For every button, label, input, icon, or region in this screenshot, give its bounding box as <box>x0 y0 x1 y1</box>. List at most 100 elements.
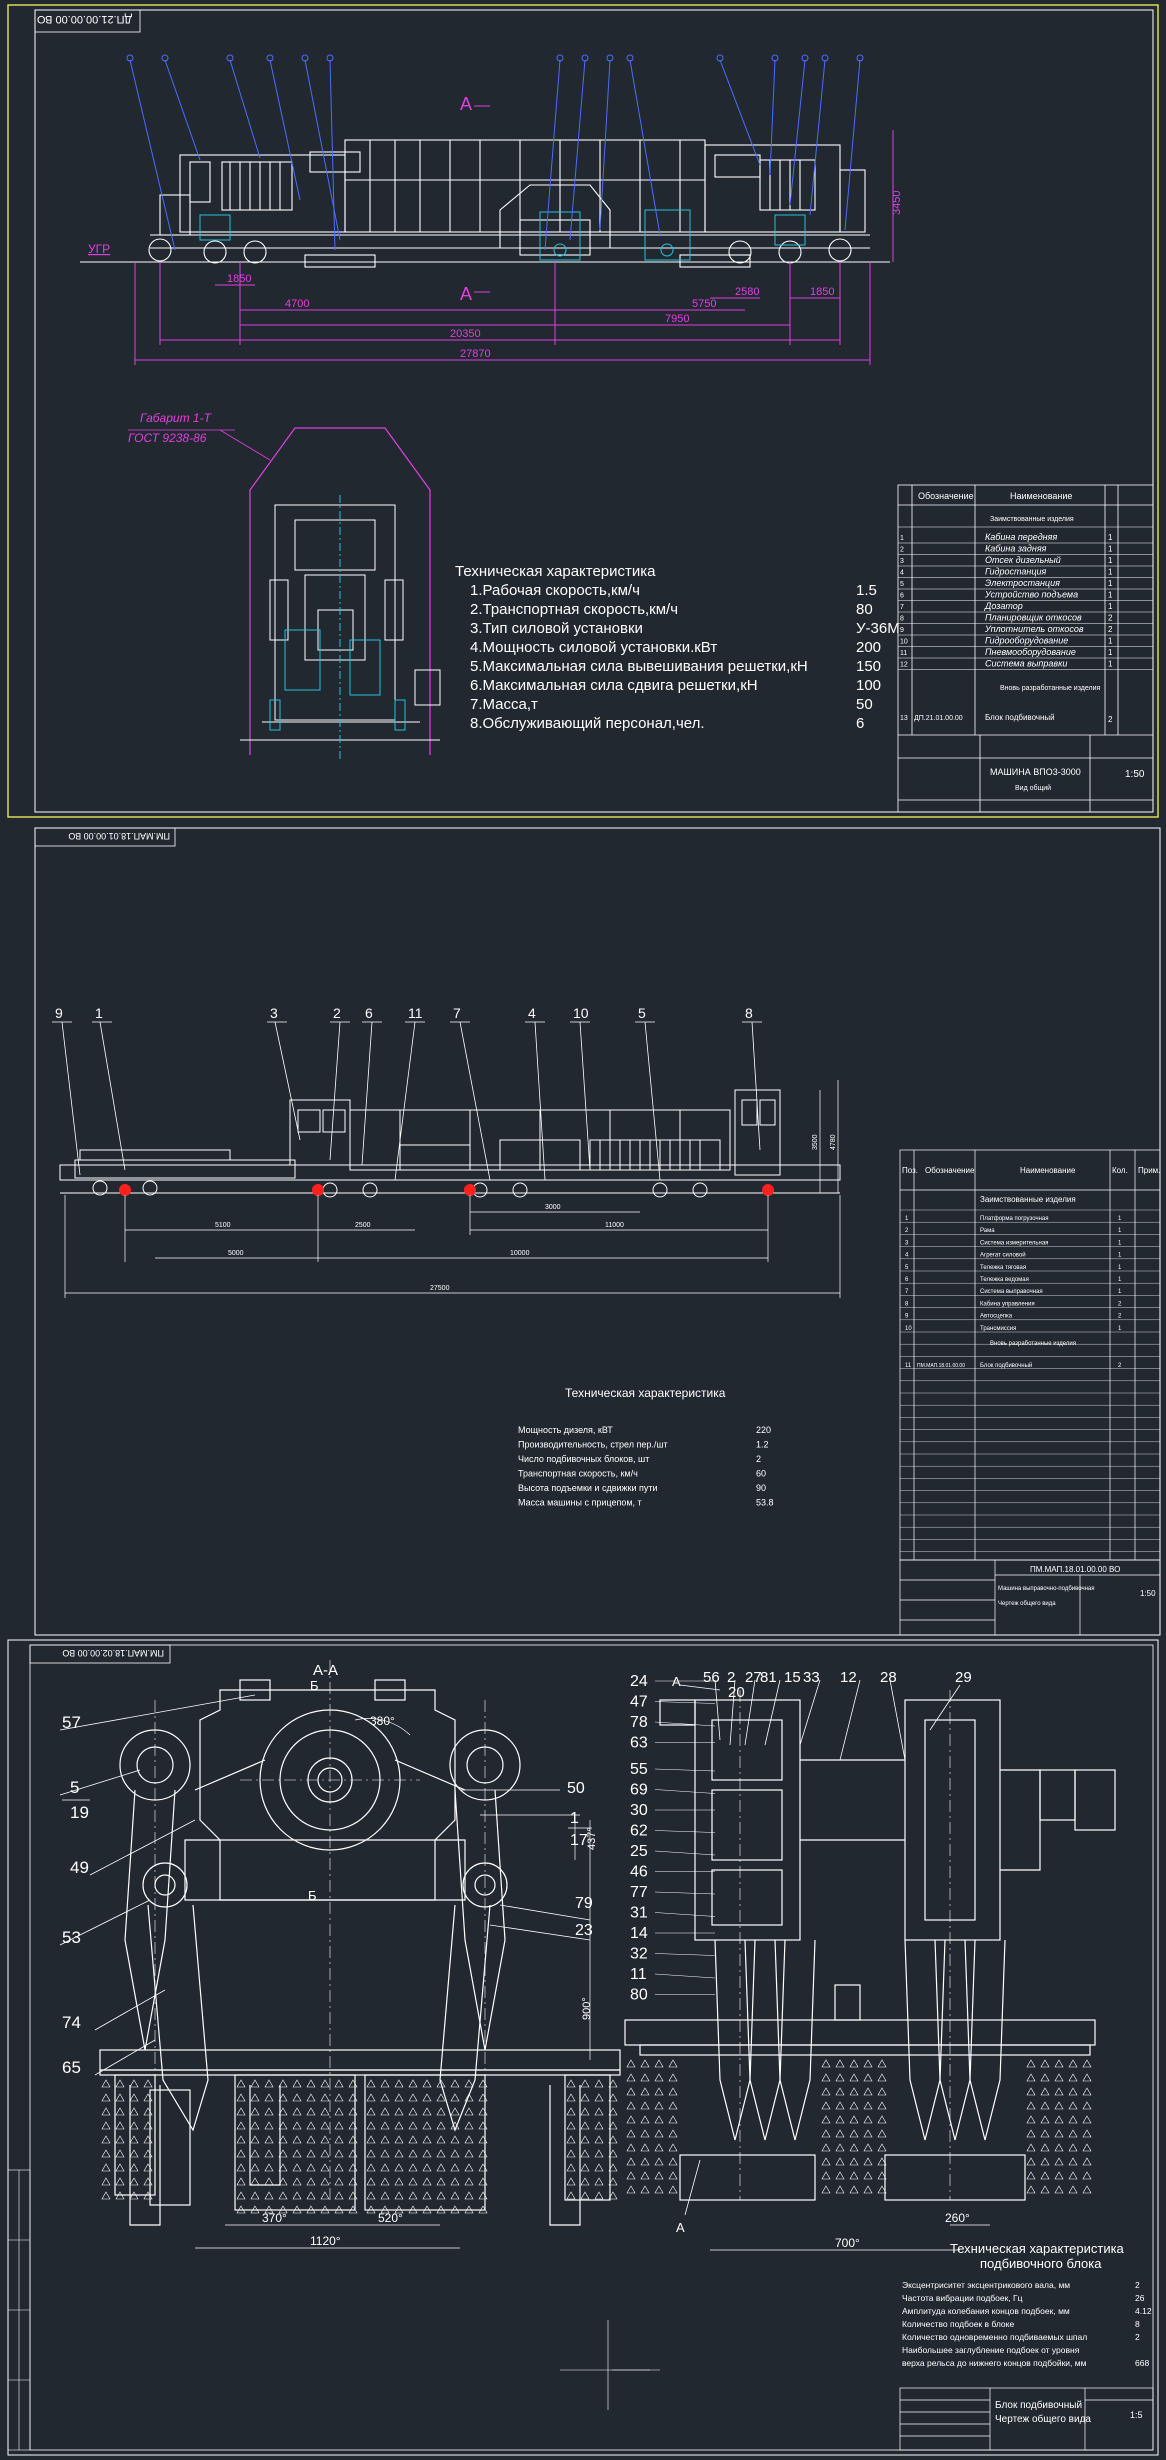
ballast-mark <box>436 2191 446 2200</box>
ballast-mark <box>594 2149 604 2158</box>
sheet3-mid-callout: 80 <box>630 1987 648 2004</box>
ballast-mark <box>863 2115 873 2124</box>
sheet2-parts-table <box>899 1149 1161 1561</box>
sheet2-row-num: 2 <box>905 1228 909 1234</box>
ballast-mark <box>566 2191 576 2200</box>
ballast-mark <box>640 2087 650 2096</box>
sheet2-row-qty: 1 <box>1118 1289 1122 1295</box>
sheet3-mid-callout: 55 <box>630 1761 648 1778</box>
ballast-mark <box>1068 2087 1078 2096</box>
sheet2-spec-label: Масса машины с прицепом, т <box>518 1498 642 1508</box>
ballast-mark <box>320 2191 330 2200</box>
sheet1-spec-value: 80 <box>856 601 873 618</box>
ballast-mark <box>115 2135 125 2144</box>
ballast-mark <box>640 2171 650 2180</box>
ballast-mark <box>478 2163 488 2172</box>
ballast-mark <box>1026 2101 1036 2110</box>
ballast-mark <box>334 2121 344 2130</box>
ballast-mark <box>436 2135 446 2144</box>
ballast-mark <box>849 2115 859 2124</box>
ballast-mark <box>380 2149 390 2158</box>
ballast-mark <box>594 2135 604 2144</box>
ballast-mark <box>408 2135 418 2144</box>
sheet3-top-callout: 15 <box>784 1669 801 1686</box>
ballast-mark <box>320 2135 330 2144</box>
ballast-mark <box>1026 2157 1036 2166</box>
ballast-mark <box>1054 2087 1064 2096</box>
ballast-mark <box>143 2079 153 2088</box>
sheet3-b-mark-mid: Б <box>308 1888 317 1903</box>
ballast-mark <box>348 2149 358 2158</box>
ballast-mark <box>306 2149 316 2158</box>
s3-dim-700: 700° <box>835 2236 860 2250</box>
ballast-mark <box>464 2121 474 2130</box>
sheet1-row-qty: 1 <box>1108 545 1113 554</box>
sheet1-table-section2: Вновь разработанные изделия <box>1000 684 1101 692</box>
sheet2-row-name: Тележка тяговая <box>980 1265 1026 1271</box>
ballast-mark <box>394 2093 404 2102</box>
sheet3-mid-callout: 31 <box>630 1905 648 1922</box>
ballast-mark <box>236 2079 246 2088</box>
ballast-mark <box>849 2059 859 2068</box>
sheet2-table-last-code: ПМ.МАП.18.01.00.00 <box>917 1363 965 1369</box>
ballast-mark <box>422 2121 432 2130</box>
sheet2-title-scale: 1:50 <box>1140 1589 1156 1598</box>
ballast-mark <box>450 2149 460 2158</box>
sheet2-row-num: 7 <box>905 1289 909 1295</box>
sheet3-mid-callouts: 24 47 78 63 55 69 30 62 25 46 77 31 14 32 11 80 <box>630 1673 716 2004</box>
ballast-mark <box>626 2073 636 2082</box>
ballast-mark <box>1082 2171 1092 2180</box>
ballast-mark <box>594 2191 604 2200</box>
ballast-mark <box>366 2163 376 2172</box>
sheet1-row-name: Система выправки <box>985 659 1067 669</box>
sheet2-table-last-name: Блок подбивочный <box>980 1362 1032 1369</box>
sheet3-title-sub: Чертеж общего вида <box>995 2413 1091 2425</box>
sheet3-left-callout: 65 <box>62 2058 81 2077</box>
sheet2-callout: 11 <box>408 1005 423 1021</box>
ballast-mark <box>464 2079 474 2088</box>
sheet1-row-qty: 1 <box>1108 568 1113 577</box>
ballast-mark <box>640 2129 650 2138</box>
sheet1-spec-value: 1.5 <box>856 582 877 599</box>
ballast-mark <box>863 2157 873 2166</box>
sheet1-row-name: Отсек дизельный <box>985 555 1061 565</box>
ballast-mark <box>580 2163 590 2172</box>
sheet2-title-name: Машина выправочно-подбивочная <box>998 1586 1095 1592</box>
ballast-mark <box>863 2185 873 2194</box>
ballast-mark <box>320 2177 330 2186</box>
ballast-mark <box>292 2135 302 2144</box>
sheet-3: ПМ.МАП.18.02.00.00 ВО А-А Б Б 5751949537… <box>7 1639 1159 2456</box>
sheet1-spec-label: 3.Тип силовой установки <box>470 620 643 637</box>
ballast-mark <box>306 2107 316 2116</box>
ballast-mark <box>366 2107 376 2116</box>
ballast-mark <box>594 2121 604 2130</box>
ballast-mark <box>366 2079 376 2088</box>
ballast-mark <box>849 2087 859 2096</box>
ballast-mark <box>380 2191 390 2200</box>
ballast-mark <box>115 2107 125 2116</box>
sheet2-dimension-lines <box>64 1080 841 1298</box>
ballast-mark <box>1040 2087 1050 2096</box>
ballast-mark <box>1026 2143 1036 2152</box>
ballast-mark <box>821 2115 831 2124</box>
ballast-mark <box>115 2093 125 2102</box>
sheet3-spec-value: 26 <box>1135 2293 1145 2303</box>
sheet3-mid-leader <box>654 1789 716 1794</box>
sheet1-specs-title: Техническая характеристика <box>455 563 656 580</box>
ballast-mark <box>626 2087 636 2096</box>
ballast-mark <box>380 2135 390 2144</box>
ballast-mark <box>306 2135 316 2144</box>
sheet1-leader-lines <box>126 54 864 251</box>
ballast-mark <box>626 2157 636 2166</box>
ballast-mark <box>264 2121 274 2130</box>
ballast-mark <box>640 2073 650 2082</box>
ballast-mark <box>626 2059 636 2068</box>
ballast-mark <box>821 2129 831 2138</box>
sheet1-spec-label: 6.Максимальная сила сдвига решетки,кН <box>470 677 758 694</box>
sheet2-spec-value: 2 <box>756 1454 761 1464</box>
ballast-mark <box>1054 2059 1064 2068</box>
ballast-mark <box>566 2079 576 2088</box>
sheet1-row-num: 9 <box>900 627 904 634</box>
ballast-mark <box>408 2163 418 2172</box>
ballast-mark <box>236 2177 246 2186</box>
